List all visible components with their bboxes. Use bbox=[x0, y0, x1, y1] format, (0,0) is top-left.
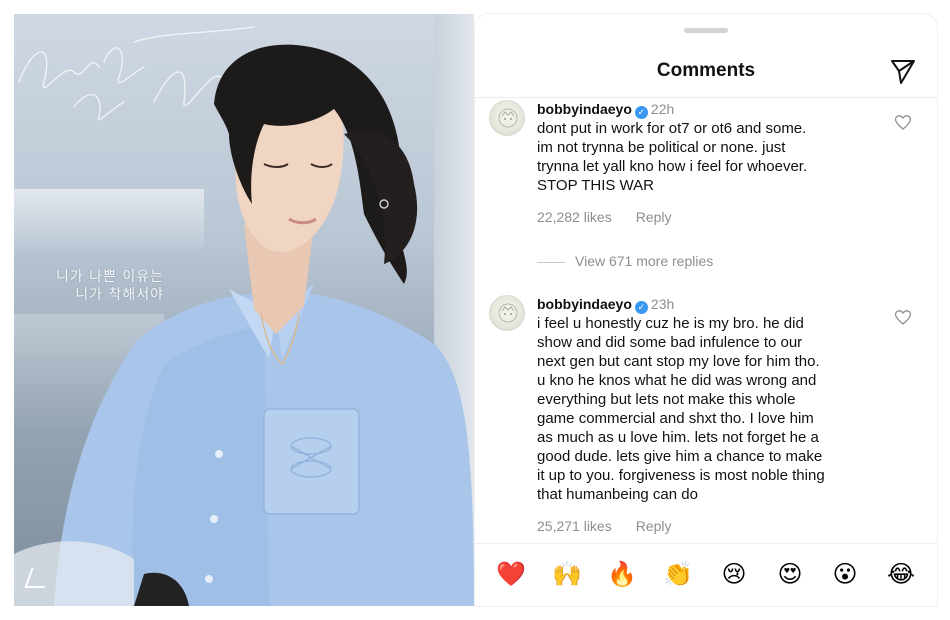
comment-username[interactable]: bobbyindaeyo bbox=[537, 101, 632, 117]
profile-photo: 니가 나쁜 이유는 니가 착해서야 bbox=[14, 14, 474, 606]
comment-actions: 22,282 likes Reply bbox=[537, 209, 672, 225]
comment-meta: bobbyindaeyo ✓ 22h bbox=[537, 100, 675, 119]
korean-caption: 니가 나쁜 이유는 니가 착해서야 bbox=[34, 268, 164, 304]
comment-username[interactable]: bobbyindaeyo bbox=[537, 296, 632, 312]
likes-count[interactable]: 22,282 likes bbox=[537, 209, 612, 225]
emoji-fire[interactable]: 🔥 bbox=[606, 560, 638, 588]
verified-badge-icon: ✓ bbox=[634, 301, 648, 314]
comments-title: Comments bbox=[656, 60, 756, 81]
comment-text: dont put in work for ot7 or ot6 and some… bbox=[537, 120, 808, 194]
korean-line-1: 니가 나쁜 이유는 bbox=[55, 269, 164, 285]
emoji-reaction-bar: ❤️ 🙌 🔥 👏 😢 😍 😮 😂 bbox=[475, 543, 937, 606]
reply-button[interactable]: Reply bbox=[636, 518, 672, 534]
view-replies-label: View 671 more replies bbox=[575, 253, 714, 269]
header-divider bbox=[475, 97, 937, 98]
avatar-illustration bbox=[498, 108, 518, 128]
comment-meta: bobbyindaeyo ✓ 23h bbox=[537, 295, 675, 314]
emoji-heart[interactable]: ❤️ bbox=[495, 560, 527, 588]
verified-badge-icon: ✓ bbox=[634, 106, 648, 119]
emoji-laughing[interactable]: 😂 bbox=[885, 560, 917, 588]
sheet-grab-handle[interactable] bbox=[684, 28, 728, 33]
comment-actions: 25,271 likes Reply bbox=[537, 518, 672, 534]
avatar[interactable] bbox=[489, 295, 525, 331]
heart-icon[interactable] bbox=[895, 310, 911, 325]
likes-count[interactable]: 25,271 likes bbox=[537, 518, 612, 534]
comment-time: 22h bbox=[650, 101, 675, 117]
heart-icon[interactable] bbox=[895, 115, 911, 130]
emoji-clapping[interactable]: 👏 bbox=[662, 560, 694, 588]
emoji-raising-hands[interactable]: 🙌 bbox=[551, 560, 583, 588]
replies-line bbox=[537, 261, 565, 263]
comment-text: i feel u honestly cuz he is my bro. he d… bbox=[537, 315, 825, 503]
emoji-surprised[interactable]: 😮 bbox=[829, 560, 861, 588]
person-figure bbox=[14, 44, 474, 606]
comment-time: 23h bbox=[650, 296, 675, 312]
avatar-illustration bbox=[498, 303, 518, 323]
send-icon[interactable] bbox=[889, 57, 917, 85]
avatar[interactable] bbox=[489, 100, 525, 136]
reply-button[interactable]: Reply bbox=[636, 209, 672, 225]
emoji-crying[interactable]: 😢 bbox=[718, 560, 750, 588]
korean-line-2: 니가 착해서야 bbox=[75, 287, 164, 303]
emoji-heart-eyes[interactable]: 😍 bbox=[774, 560, 806, 588]
view-replies-link[interactable]: View 671 more replies bbox=[537, 253, 713, 269]
comments-sheet: Comments bobbyindaeyo ✓ 22h dont put in wo… bbox=[475, 14, 937, 606]
